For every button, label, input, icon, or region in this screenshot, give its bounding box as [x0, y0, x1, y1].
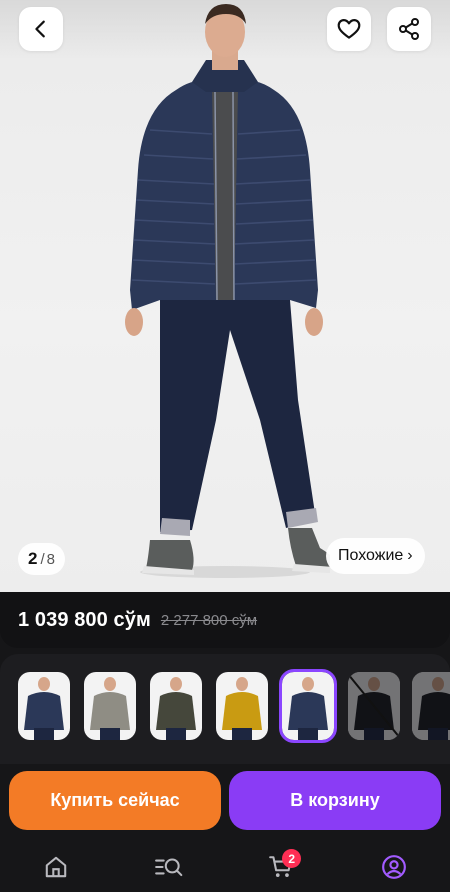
cart-count-badge: 2 [282, 849, 302, 868]
variant-thumb-navy[interactable] [18, 672, 70, 740]
nav-home[interactable] [26, 845, 86, 889]
variant-image [288, 677, 328, 740]
chevron-right-icon: › [407, 547, 413, 564]
nav-cart[interactable]: 2 [251, 845, 311, 889]
chevron-left-icon [35, 20, 45, 38]
variant-thumb-mustard[interactable] [216, 672, 268, 740]
back-button[interactable] [19, 7, 63, 51]
similar-label: Похожие [338, 547, 404, 564]
pager-separator: / [40, 550, 45, 568]
variant-image [24, 677, 64, 740]
product-photo-gallery[interactable]: 2 / 8 Похожие › [0, 0, 450, 592]
unavailable-strike-icon [348, 673, 400, 739]
product-photo-model [125, 4, 330, 578]
share-icon [399, 18, 419, 40]
old-price: 2 277 800 сўм [160, 611, 258, 629]
favorite-button[interactable] [327, 7, 371, 51]
variant-image [222, 677, 262, 740]
pager-total: 8 [46, 550, 55, 568]
home-icon [46, 856, 67, 878]
share-button[interactable] [387, 7, 431, 51]
pager-current: 2 [28, 549, 38, 568]
variant-thumb-black-unavailable-2[interactable] [412, 672, 450, 740]
variant-thumb-gray[interactable] [84, 672, 136, 740]
nav-profile[interactable] [364, 845, 424, 889]
variant-image [418, 677, 450, 740]
catalog-search-icon [154, 858, 183, 877]
similar-products-button[interactable]: Похожие › [326, 538, 425, 574]
variant-image [90, 677, 130, 740]
variant-thumb-black-unavailable[interactable] [348, 672, 400, 740]
product-screen: 2 / 8 Похожие › 1 039 800 сўм 2 277 800 … [0, 0, 450, 892]
variant-image [156, 677, 196, 740]
profile-icon [381, 855, 406, 879]
price-bar: 1 039 800 сўм 2 277 800 сўм [0, 592, 450, 648]
photo-pager: 2 / 8 [18, 543, 65, 575]
nav-catalog[interactable] [139, 845, 199, 889]
bottom-navigation: 2 [0, 842, 450, 892]
variant-thumb-navy-selected[interactable] [279, 669, 337, 743]
variant-thumb-olive[interactable] [150, 672, 202, 740]
add-to-cart-button[interactable]: В корзину [229, 771, 441, 830]
buy-now-button[interactable]: Купить сейчас [9, 771, 221, 830]
color-variants [0, 654, 450, 764]
heart-icon [337, 19, 361, 39]
current-price: 1 039 800 сўм [18, 608, 151, 631]
